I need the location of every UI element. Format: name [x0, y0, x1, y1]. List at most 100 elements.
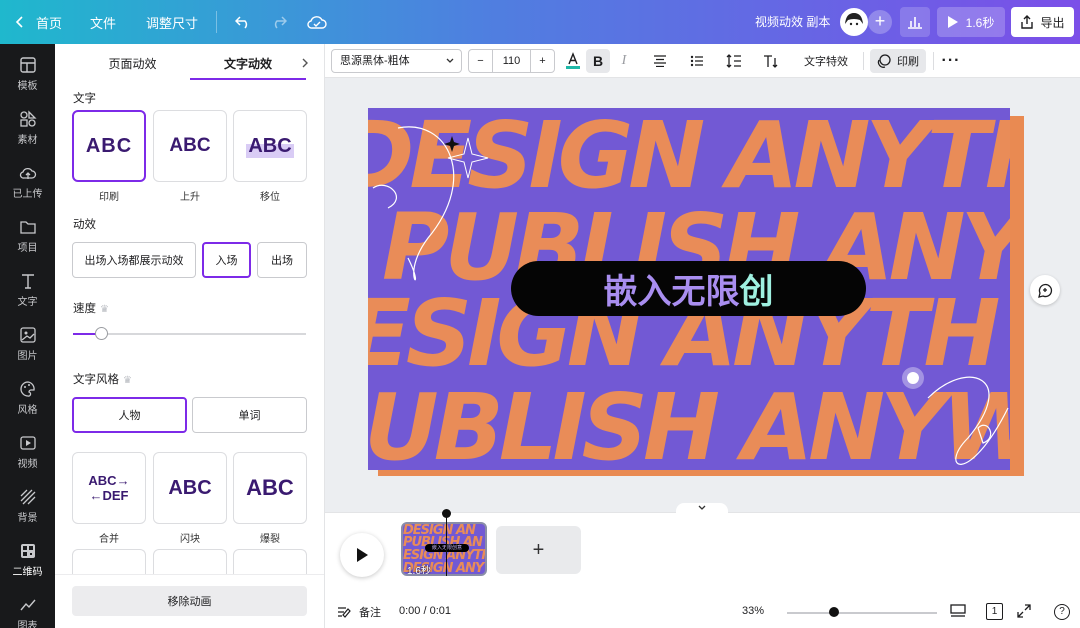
bold-button[interactable]: B — [586, 49, 610, 73]
rail-item-videos[interactable]: 视频 — [0, 434, 55, 488]
playhead[interactable] — [446, 510, 447, 576]
top-bar: 首页 文件 调整尺寸 视频动效 副本 + 1.6秒 导出 — [0, 0, 1080, 44]
grid-view-button[interactable] — [950, 603, 966, 624]
resize-label: 调整尺寸 — [146, 15, 199, 31]
redo-button[interactable] — [261, 0, 297, 44]
add-page-button[interactable]: + — [496, 526, 581, 574]
rail-item-projects[interactable]: 项目 — [0, 218, 55, 272]
anim-card-shift[interactable]: ABC — [233, 110, 307, 182]
effect-section-heading: 动效 — [73, 219, 96, 231]
design-title[interactable]: 视频动效 副本 — [755, 0, 830, 44]
export-button[interactable]: 导出 — [1011, 7, 1074, 37]
chevron-down-icon — [446, 58, 454, 63]
template-icon — [19, 57, 36, 73]
font-family-value: 思源黑体-粗体 — [340, 55, 410, 67]
style-label: 文字风格 — [73, 374, 119, 386]
font-size-decrease-button[interactable]: − — [469, 50, 493, 72]
anim-card-more[interactable] — [72, 549, 146, 575]
play-button[interactable] — [340, 533, 384, 577]
divider — [216, 11, 218, 33]
notes-icon — [338, 607, 351, 618]
text-toolbar: 思源黑体-粗体 − 110 + B I 文字特效 印刷 ··· — [325, 44, 1080, 78]
anim-card-rise[interactable]: ABC — [153, 110, 227, 182]
anim-card-typewriter[interactable]: ABC — [72, 110, 146, 182]
insights-button[interactable] — [900, 7, 930, 37]
collapse-timeline-button[interactable] — [676, 503, 728, 515]
rail-item-background[interactable]: 背景 — [0, 488, 55, 542]
rail-item-photos[interactable]: 图片 — [0, 326, 55, 380]
font-family-select[interactable]: 思源黑体-粗体 — [331, 49, 462, 73]
speed-slider-handle[interactable] — [94, 327, 108, 340]
zoom-slider[interactable] — [787, 612, 937, 614]
video-icon — [19, 436, 36, 450]
export-label: 导出 — [1040, 15, 1065, 30]
speed-slider[interactable] — [73, 327, 306, 340]
list-button[interactable] — [685, 49, 709, 73]
spacing-button[interactable] — [722, 49, 746, 73]
add-comment-button[interactable] — [1030, 275, 1060, 305]
text-icon — [21, 274, 34, 289]
headline-text-box[interactable]: 嵌入无限创 — [511, 261, 866, 316]
effect-enter-button[interactable]: 入场 — [202, 242, 251, 278]
time-readout: 0:00 / 0:01 — [399, 605, 451, 617]
zoom-slider-handle[interactable] — [829, 607, 839, 617]
file-menu-button[interactable]: 文件 — [72, 0, 126, 44]
animate-button[interactable]: 印刷 — [870, 49, 926, 73]
resize-button[interactable]: 调整尺寸 — [126, 0, 208, 44]
text-color-button[interactable] — [561, 49, 585, 73]
headline-text-tail: 创 — [739, 273, 774, 311]
play-preview-button[interactable]: 1.6秒 — [937, 7, 1005, 37]
line-spacing-icon — [726, 54, 741, 68]
align-center-button[interactable] — [648, 49, 672, 73]
tab-page-animation[interactable]: 页面动效 — [75, 44, 190, 80]
divider — [933, 52, 934, 70]
rail-label: 背景 — [17, 513, 38, 524]
fullscreen-button[interactable] — [1017, 604, 1031, 623]
grid-view-icon — [950, 604, 966, 617]
rail-item-charts[interactable]: 图表 — [0, 596, 55, 628]
crown-icon: ♛ — [100, 304, 109, 315]
divider — [863, 52, 864, 70]
rail-item-styles[interactable]: 风格 — [0, 380, 55, 434]
notes-button[interactable]: 备注 — [337, 604, 381, 620]
tabs-next-button[interactable] — [295, 44, 315, 80]
rail-item-text[interactable]: 文字 — [0, 272, 55, 326]
invite-button[interactable]: + — [868, 10, 892, 34]
style-word-button[interactable]: 单词 — [192, 397, 307, 433]
text-effects-button[interactable]: 文字特效 — [795, 49, 857, 73]
font-size-increase-button[interactable]: + — [530, 50, 554, 72]
italic-button[interactable]: I — [612, 49, 636, 73]
style-character-button[interactable]: 人物 — [72, 397, 187, 433]
tab-text-animation[interactable]: 文字动效 — [190, 44, 306, 80]
rail-item-templates[interactable]: 模板 — [0, 56, 55, 110]
style-section-heading: 文字风格 ♛ — [73, 371, 132, 387]
rail-item-qrcode[interactable]: 二维码 — [0, 542, 55, 596]
home-button[interactable]: 首页 — [0, 0, 72, 44]
anim-card-block[interactable]: ABC — [153, 452, 227, 524]
effect-exit-button[interactable]: 出场 — [257, 242, 307, 278]
more-options-button[interactable]: ··· — [939, 49, 963, 73]
font-size-input[interactable]: 110 — [493, 50, 530, 72]
anim-card-more[interactable] — [153, 549, 227, 575]
anim-card-burst[interactable]: ABC — [233, 452, 307, 524]
rail-item-elements[interactable]: 素材 — [0, 110, 55, 164]
text-direction-button[interactable] — [759, 49, 783, 73]
remove-animation-button[interactable]: 移除动画 — [72, 586, 307, 616]
anim-preview: ABC — [169, 135, 211, 156]
scene-thumbnail[interactable]: DESIGN AN PUBLISH AN ESIGN ANYTI DESIGN … — [401, 522, 487, 576]
anim-label: 合并 — [99, 534, 119, 545]
playhead-handle[interactable] — [442, 509, 451, 518]
cloud-save-button[interactable] — [297, 0, 337, 44]
zoom-level[interactable]: 33% — [742, 605, 764, 617]
chevron-right-icon — [302, 58, 308, 68]
active-tab-indicator — [190, 78, 306, 80]
page-count-button[interactable]: 1 — [986, 603, 1003, 620]
play-icon — [947, 16, 958, 28]
anim-card-more[interactable] — [233, 549, 307, 575]
effect-both-button[interactable]: 出场入场都展示动效 — [72, 242, 196, 278]
anim-card-merge[interactable]: ABC→ ←DEF — [72, 452, 146, 524]
undo-button[interactable] — [225, 0, 261, 44]
help-button[interactable]: ? — [1054, 604, 1070, 620]
rail-item-uploads[interactable]: 已上传 — [0, 164, 55, 218]
avatar[interactable] — [840, 8, 868, 36]
